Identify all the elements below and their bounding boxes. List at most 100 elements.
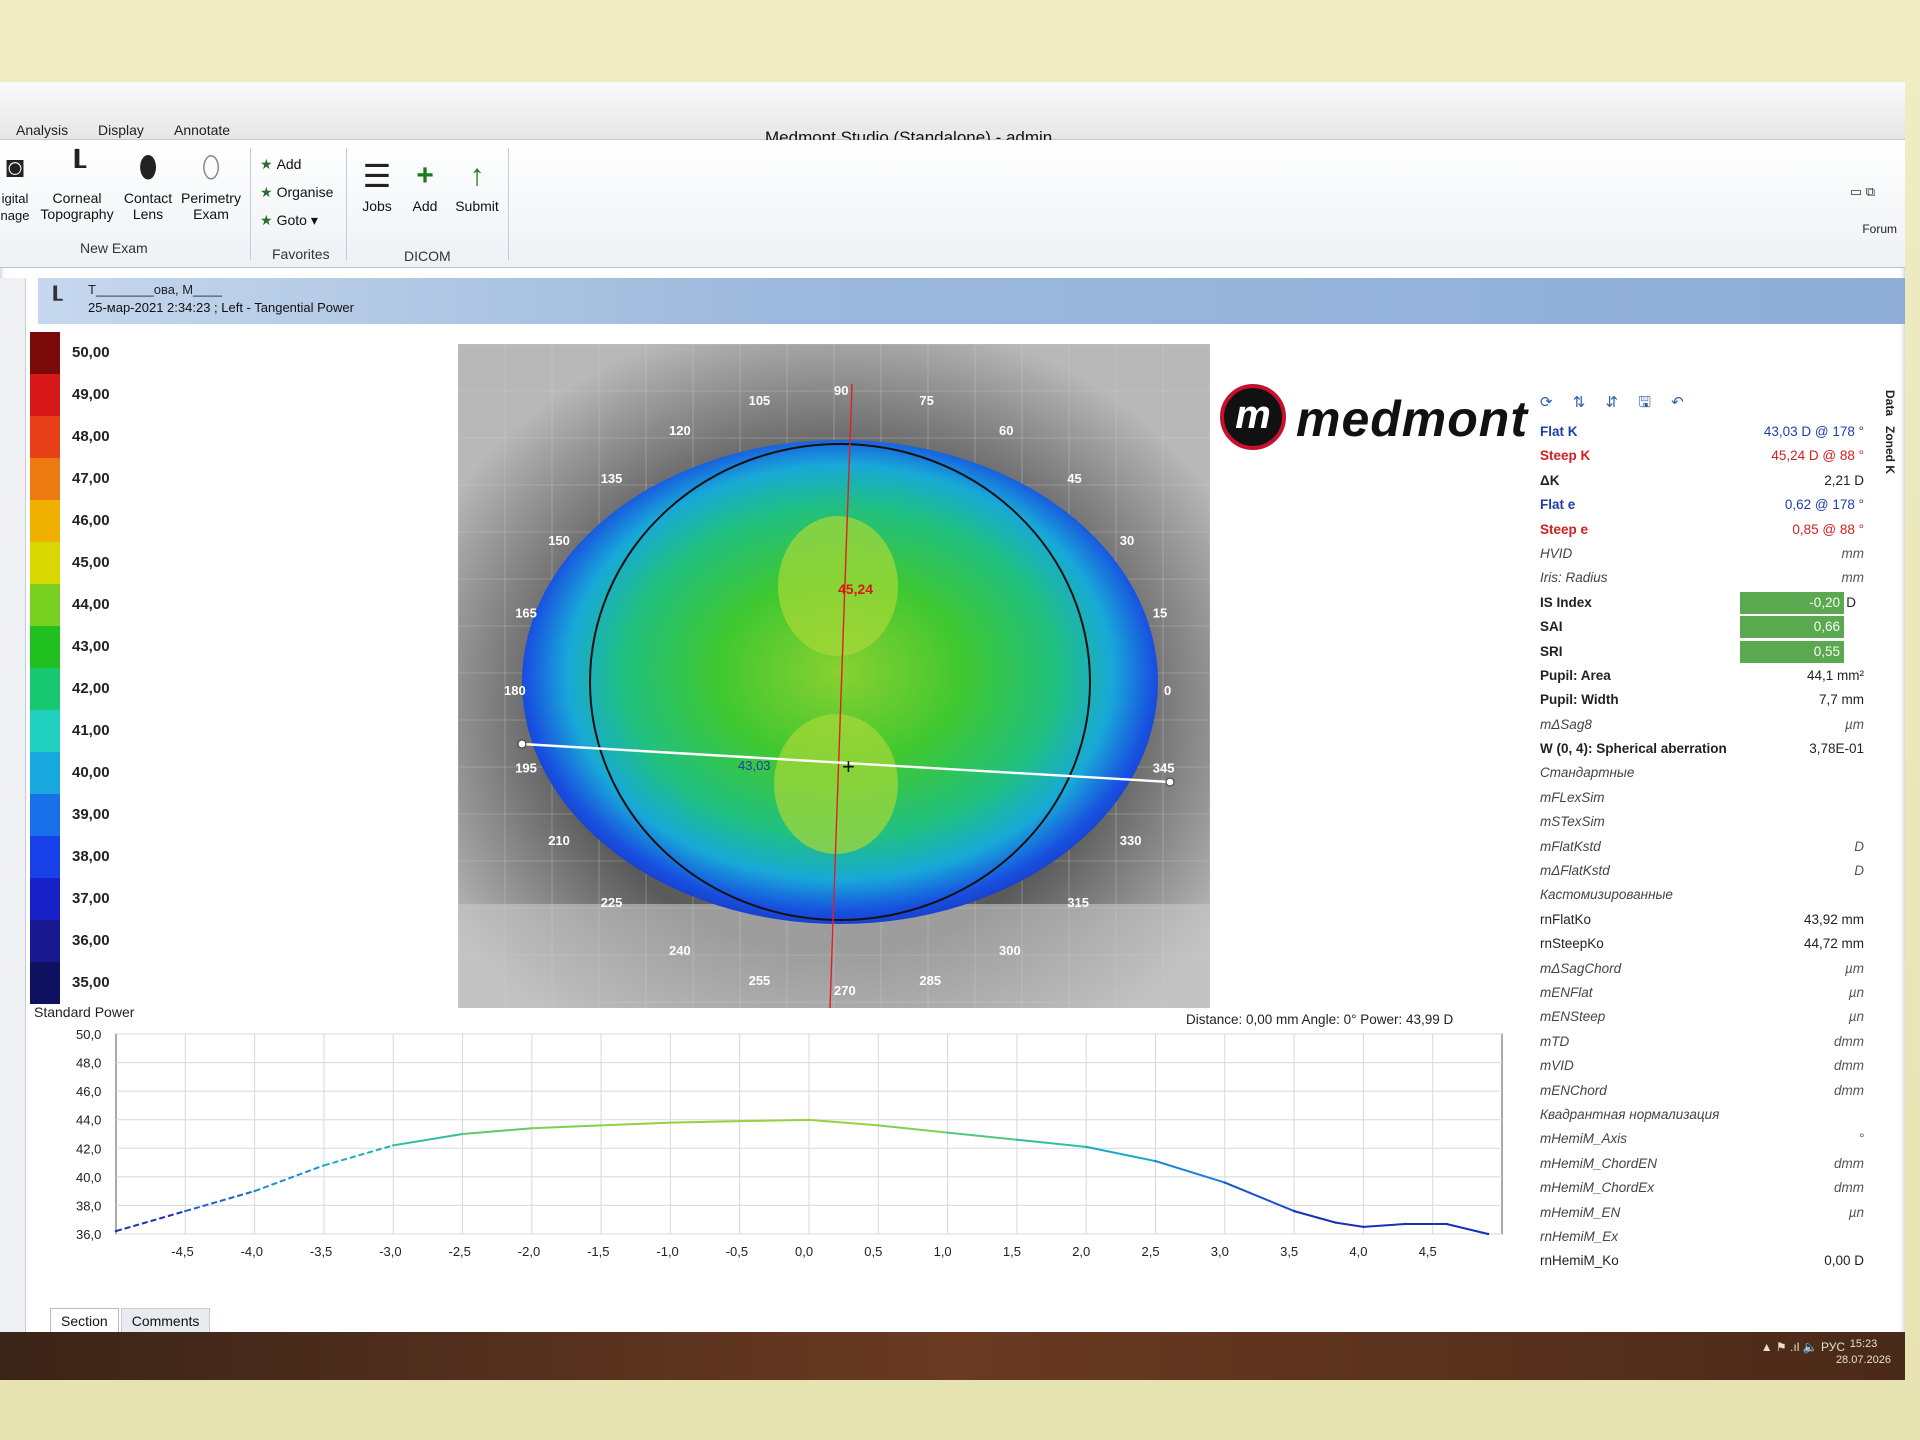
menu-annotate[interactable]: Annotate [174, 122, 230, 138]
group-favorites: Favorites [272, 246, 330, 262]
data-value: 43,03 D @ 178 ° [1763, 424, 1864, 439]
scale-swatch [30, 332, 60, 374]
window-controls[interactable]: ▭ ⧉ [1850, 184, 1875, 200]
data-row: mTD dmm [1508, 1030, 1888, 1054]
data-point [184, 1209, 187, 1213]
data-row: W (0, 4): Spherical aberration 3,78E-01 [1508, 737, 1888, 761]
data-label: mΔSag8 [1540, 716, 1592, 732]
patient-name: T________ова, М____ [88, 282, 222, 297]
panel-toolbar-icons[interactable]: ⟳ ⇅ ⇵ 🖫 ↶ [1540, 392, 1692, 417]
y-tick-label: 44,0 [76, 1113, 101, 1128]
power-line-segment [739, 1118, 810, 1123]
tab-data[interactable]: Data [1883, 390, 1897, 416]
power-profile-chart[interactable]: -4,5 -4,0 -3,5 -3,0 -2,5 -2,0 -1,5 -1,0 -0,5 0,0 0… [30, 1024, 1510, 1264]
left-collapse-strip[interactable] [0, 278, 26, 1348]
tab-comments[interactable]: Comments [120, 1308, 211, 1334]
perimetry-icon: ⬯ [201, 151, 221, 184]
data-value: dmm [1834, 1033, 1864, 1049]
data-value: ° [1858, 1131, 1864, 1147]
data-row: rnSteepKo 44,72 mm [1508, 932, 1888, 956]
scale-swatch [30, 920, 60, 962]
data-row: Pupil: Width 7,7 mm [1508, 688, 1888, 712]
x-tick-label: -2,5 [449, 1244, 471, 1259]
favorites-organise[interactable]: ★ Organise [260, 184, 333, 201]
scale-label: 36,00 [72, 932, 110, 949]
data-value: -0,20 [1809, 594, 1840, 610]
perimetry-exam-label: Perimetry Exam [181, 190, 241, 222]
data-value: µm [1844, 716, 1864, 732]
plus-icon: + [416, 159, 434, 192]
data-row: mENSteep µn [1508, 1005, 1888, 1029]
section-handle-left[interactable] [517, 739, 527, 749]
menu-display[interactable]: Display [98, 122, 144, 138]
data-row: Квадрантная нормализация [1508, 1103, 1888, 1127]
scale-row: 46,00 [30, 500, 110, 542]
angle-label: 45 [1067, 471, 1081, 486]
ribbon: ◙ igital nage ┖ Corneal Topography ⬮ Con… [0, 140, 1905, 268]
y-tick-label: 50,0 [76, 1027, 101, 1042]
app-window: Analysis Display Annotate Medmont Studio… [0, 82, 1905, 1380]
scale-row: 44,00 [30, 584, 110, 626]
data-value: 3,78E-01 [1809, 741, 1864, 757]
scale-swatch [30, 626, 60, 668]
angle-label: 330 [1120, 833, 1142, 848]
data-label: Кастомизированные [1540, 887, 1673, 903]
perimetry-exam-button[interactable]: ⬯ Perimetry Exam [178, 151, 244, 223]
forum-link[interactable]: Forum [1862, 222, 1897, 236]
system-tray[interactable]: ▲ ⚑ .ıl 🔈 РУС [1761, 1340, 1845, 1354]
data-row: Кастомизированные [1508, 883, 1888, 907]
scale-row: 39,00 [30, 794, 110, 836]
data-label: SRI [1540, 643, 1563, 659]
y-tick-label: 48,0 [76, 1056, 101, 1071]
angle-label: 150 [548, 533, 570, 548]
data-label: rnSteepKo [1540, 936, 1604, 952]
dicom-add-button[interactable]: + Add [404, 159, 446, 215]
jobs-label: Jobs [362, 198, 392, 214]
digital-image-button[interactable]: ◙ igital nage [0, 152, 30, 224]
data-point [114, 1229, 118, 1233]
data-label: Квадрантная нормализация [1540, 1106, 1720, 1122]
group-dicom: DICOM [404, 248, 451, 264]
angle-label: 285 [919, 973, 941, 988]
data-value: mm [1841, 545, 1865, 561]
data-point [1015, 1138, 1019, 1141]
x-tick-label: -0,5 [726, 1244, 748, 1259]
scale-label: 42,00 [72, 680, 110, 697]
list-icon: ☰ [362, 158, 392, 194]
data-label: W (0, 4): Spherical aberration [1540, 741, 1727, 757]
menu-analysis[interactable]: Analysis [16, 122, 68, 138]
favorites-goto[interactable]: ★ Goto ▾ [260, 212, 318, 229]
data-label: rnFlatKo [1540, 911, 1592, 927]
tab-zoned-k[interactable]: Zoned K [1883, 426, 1897, 474]
scale-row: 45,00 [30, 542, 110, 584]
x-tick-label: 1,5 [1003, 1244, 1021, 1259]
jobs-button[interactable]: ☰ Jobs [354, 160, 400, 214]
contact-lens-label: Contact Lens [123, 190, 173, 222]
group-new-exam: New Exam [80, 240, 148, 256]
scale-row: 36,00 [30, 920, 110, 962]
scale-row: 43,00 [30, 626, 110, 668]
contact-lens-button[interactable]: ⬮ Contact Lens [120, 152, 176, 223]
chevron-down-icon: ▾ [310, 212, 318, 228]
angle-label: 165 [515, 605, 537, 620]
data-row: mSTexSim [1508, 810, 1888, 834]
data-label: Flat e [1540, 497, 1576, 513]
section-handle-right[interactable] [1165, 777, 1175, 787]
scale-row: 38,00 [30, 836, 110, 878]
x-tick-label: -3,0 [379, 1244, 401, 1259]
favorites-add[interactable]: ★ Add [260, 156, 301, 173]
submit-button[interactable]: ↑ Submit [450, 160, 504, 215]
favorites-goto-label: Goto [276, 212, 307, 228]
data-point [1292, 1209, 1296, 1213]
data-point [599, 1124, 603, 1127]
angle-label: 180 [504, 683, 526, 698]
scale-row: 35,00 [30, 962, 110, 1004]
scale-label: 50,00 [72, 344, 110, 361]
data-label: rnHemiM_Ex [1540, 1228, 1619, 1244]
tab-section[interactable]: Section [50, 1308, 119, 1333]
clock[interactable]: 15:23 28.07.2026 [1836, 1336, 1891, 1368]
scale-swatch [30, 752, 60, 794]
topography-map[interactable]: + 45,24 43,03 90756045301503453303153002… [458, 344, 1210, 1008]
corneal-topography-button[interactable]: ┖ Corneal Topography [36, 152, 118, 223]
y-tick-label: 40,0 [76, 1170, 101, 1185]
